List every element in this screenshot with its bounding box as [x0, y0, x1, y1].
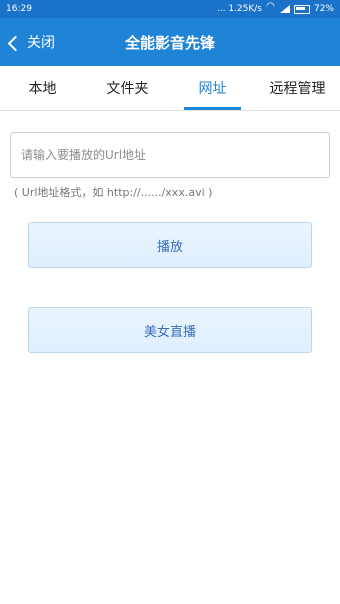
url-format-hint: ( Url地址格式，如 http://....../xxx.avi ): [14, 186, 213, 199]
status-bar: 16:29 ... 1.25K/s 72%: [0, 0, 340, 18]
play-button[interactable]: 播放: [28, 222, 312, 268]
app-title: 全能影音先锋: [124, 33, 215, 52]
tab-url[interactable]: 网址: [170, 66, 255, 110]
close-label: 关闭: [27, 35, 55, 51]
battery-icon: [293, 4, 310, 14]
close-button[interactable]: 关闭: [7, 18, 55, 66]
wifi-icon: [266, 1, 276, 13]
tab-bar: 本地 文件夹 网址 远程管理: [0, 66, 340, 111]
status-time: 16:29: [6, 4, 32, 14]
status-right: ... 1.25K/s 72%: [216, 1, 334, 14]
tab-folder[interactable]: 文件夹: [85, 66, 170, 110]
chevron-left-icon: [7, 35, 24, 51]
signal-icon: [279, 5, 290, 13]
battery-percent: 72%: [313, 4, 334, 14]
beauty-live-button[interactable]: 美女直播: [28, 307, 312, 353]
network-speed: ... 1.25K/s: [216, 4, 262, 14]
url-input[interactable]: [10, 132, 330, 178]
tab-remote-management[interactable]: 远程管理: [255, 66, 340, 110]
title-bar: 关闭 全能影音先锋: [0, 18, 340, 66]
tab-local[interactable]: 本地: [0, 66, 85, 110]
